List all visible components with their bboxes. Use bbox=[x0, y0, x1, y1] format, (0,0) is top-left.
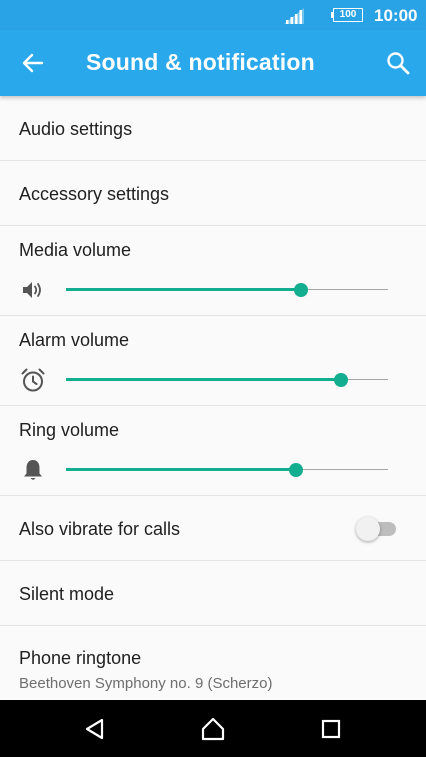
settings-list: Audio settings Accessory settings Media … bbox=[0, 96, 426, 700]
signal-icon bbox=[284, 8, 304, 24]
slider-fill bbox=[66, 288, 302, 291]
vibrate-for-calls-toggle[interactable] bbox=[356, 517, 398, 541]
silent-mode-label: Silent mode bbox=[19, 584, 115, 604]
ring-volume-item: Ring volume bbox=[0, 406, 426, 496]
navigation-bar bbox=[0, 700, 426, 757]
phone-ringtone-label: Phone ringtone bbox=[19, 648, 142, 668]
accessory-settings-item[interactable]: Accessory settings bbox=[0, 161, 426, 226]
phone-ringtone-item[interactable]: Phone ringtone Beethoven Symphony no. 9 … bbox=[0, 626, 426, 700]
slider-thumb[interactable] bbox=[334, 373, 349, 387]
slider-fill bbox=[66, 468, 297, 471]
back-arrow-icon[interactable] bbox=[20, 50, 46, 76]
accessory-settings-label: Accessory settings bbox=[19, 184, 170, 204]
media-volume-label: Media volume bbox=[19, 240, 132, 260]
bell-icon bbox=[24, 460, 42, 480]
media-volume-item: Media volume bbox=[0, 226, 426, 316]
app-bar: Sound & notification bbox=[0, 30, 426, 96]
status-bar: 100 10:00 bbox=[0, 0, 426, 30]
audio-settings-label: Audio settings bbox=[19, 119, 133, 139]
vibrate-for-calls-label: Also vibrate for calls bbox=[19, 519, 181, 539]
status-clock: 10:00 bbox=[374, 6, 418, 25]
battery-icon: 100 bbox=[333, 8, 363, 22]
toggle-thumb[interactable] bbox=[356, 517, 380, 541]
audio-settings-item[interactable]: Audio settings bbox=[0, 96, 426, 161]
recents-icon[interactable] bbox=[318, 716, 344, 742]
page-title: Sound & notification bbox=[86, 49, 315, 75]
silent-mode-item[interactable]: Silent mode bbox=[0, 561, 426, 626]
alarm-clock-icon bbox=[21, 368, 45, 392]
vibrate-for-calls-item[interactable]: Also vibrate for calls bbox=[0, 496, 426, 561]
search-icon[interactable] bbox=[385, 50, 411, 76]
alarm-volume-slider[interactable] bbox=[66, 370, 388, 390]
alarm-volume-item: Alarm volume bbox=[0, 316, 426, 406]
back-triangle-icon[interactable] bbox=[82, 716, 108, 742]
speaker-icon bbox=[23, 282, 41, 298]
home-icon[interactable] bbox=[200, 716, 226, 742]
media-volume-slider[interactable] bbox=[66, 280, 388, 300]
ring-volume-slider[interactable] bbox=[66, 460, 388, 480]
ring-volume-label: Ring volume bbox=[19, 420, 120, 440]
alarm-volume-label: Alarm volume bbox=[19, 330, 130, 350]
slider-fill bbox=[66, 378, 342, 381]
slider-thumb[interactable] bbox=[289, 463, 304, 477]
phone-ringtone-value: Beethoven Symphony no. 9 (Scherzo) bbox=[19, 675, 273, 692]
slider-thumb[interactable] bbox=[294, 283, 309, 297]
